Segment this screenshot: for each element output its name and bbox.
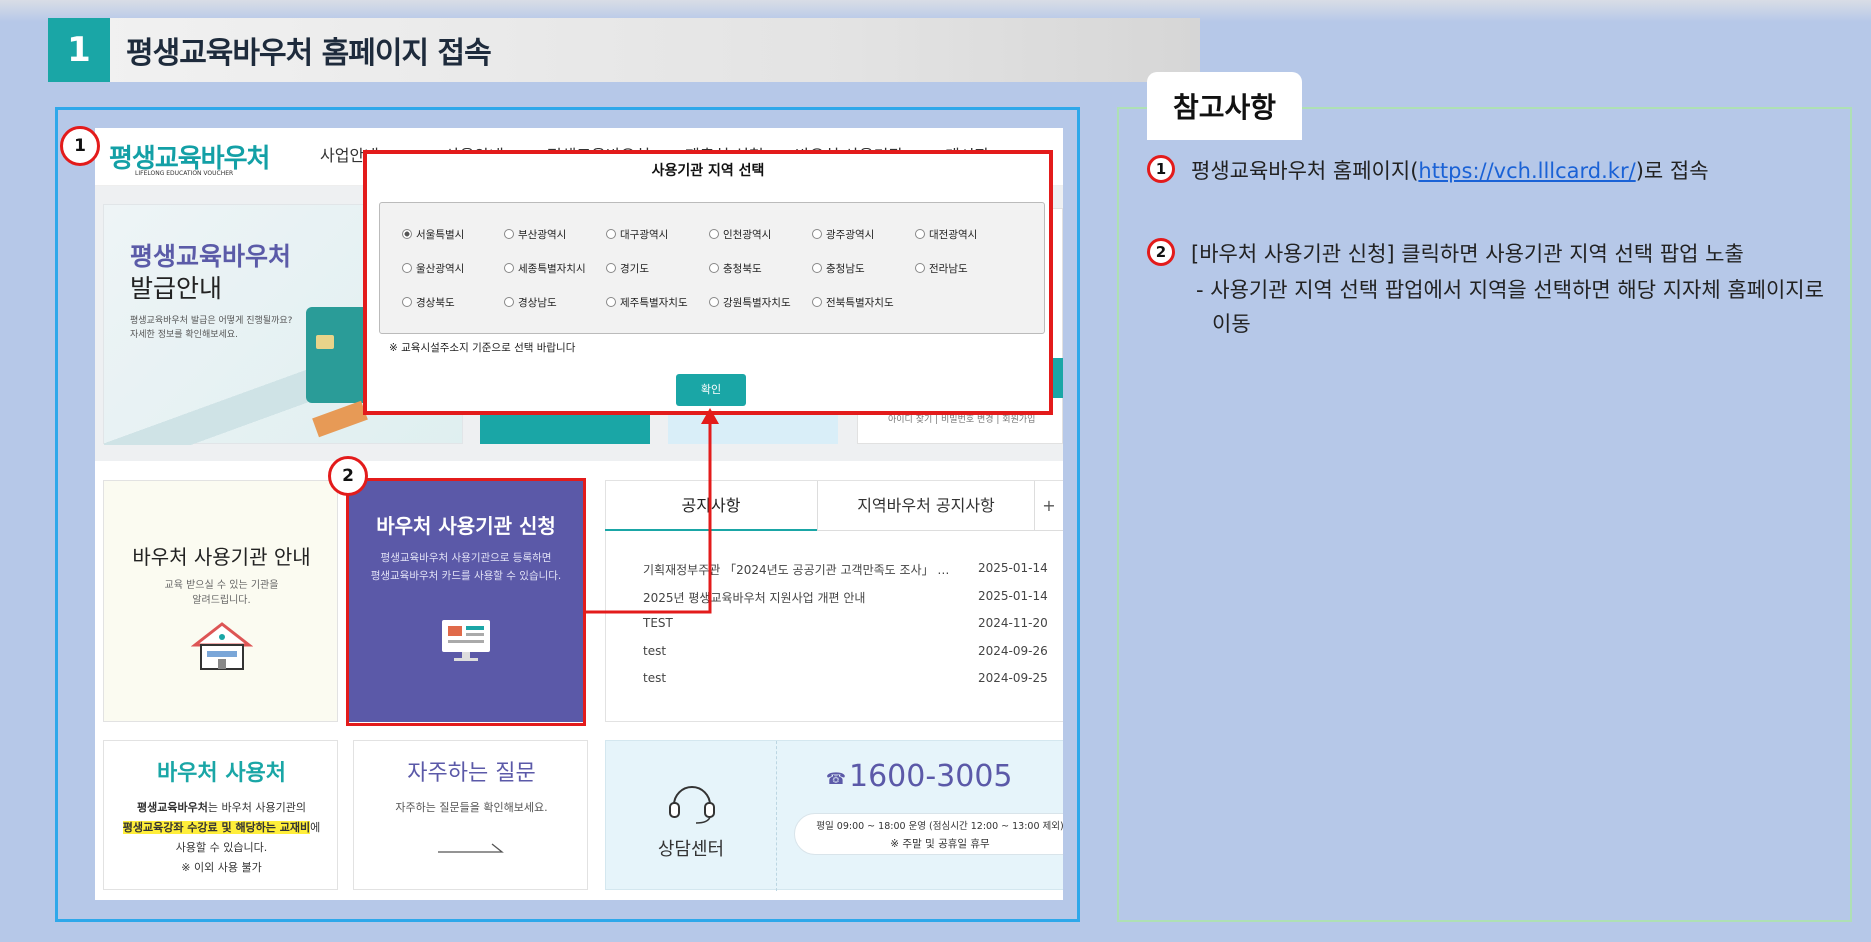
reference-number-1: 1 — [1147, 155, 1175, 183]
reference-panel — [1117, 107, 1852, 922]
marker-1: 1 — [60, 126, 100, 166]
reference-item-2-line-3: 이동 — [1212, 312, 1251, 336]
reference-number-2: 2 — [1147, 238, 1175, 266]
marker-2: 2 — [328, 456, 368, 496]
reference-item-1-after: )로 접속 — [1635, 159, 1709, 183]
reference-item-1: 평생교육바우처 홈페이지(https://vch.lllcard.kr/)로 접… — [1191, 155, 1709, 185]
reference-item-1-before: 평생교육바우처 홈페이지( — [1191, 159, 1419, 183]
reference-url-link[interactable]: https://vch.lllcard.kr/ — [1418, 159, 1635, 183]
reference-item-2-line-1: [바우처 사용기관 신청] 클릭하면 사용기관 지역 선택 팝업 노출 — [1191, 242, 1744, 266]
reference-tab: 참고사항 — [1147, 72, 1302, 140]
reference-item-2-line-2: - 사용기관 지역 선택 팝업에서 지역을 선택하면 해당 지자체 홈페이지로 — [1196, 278, 1824, 302]
